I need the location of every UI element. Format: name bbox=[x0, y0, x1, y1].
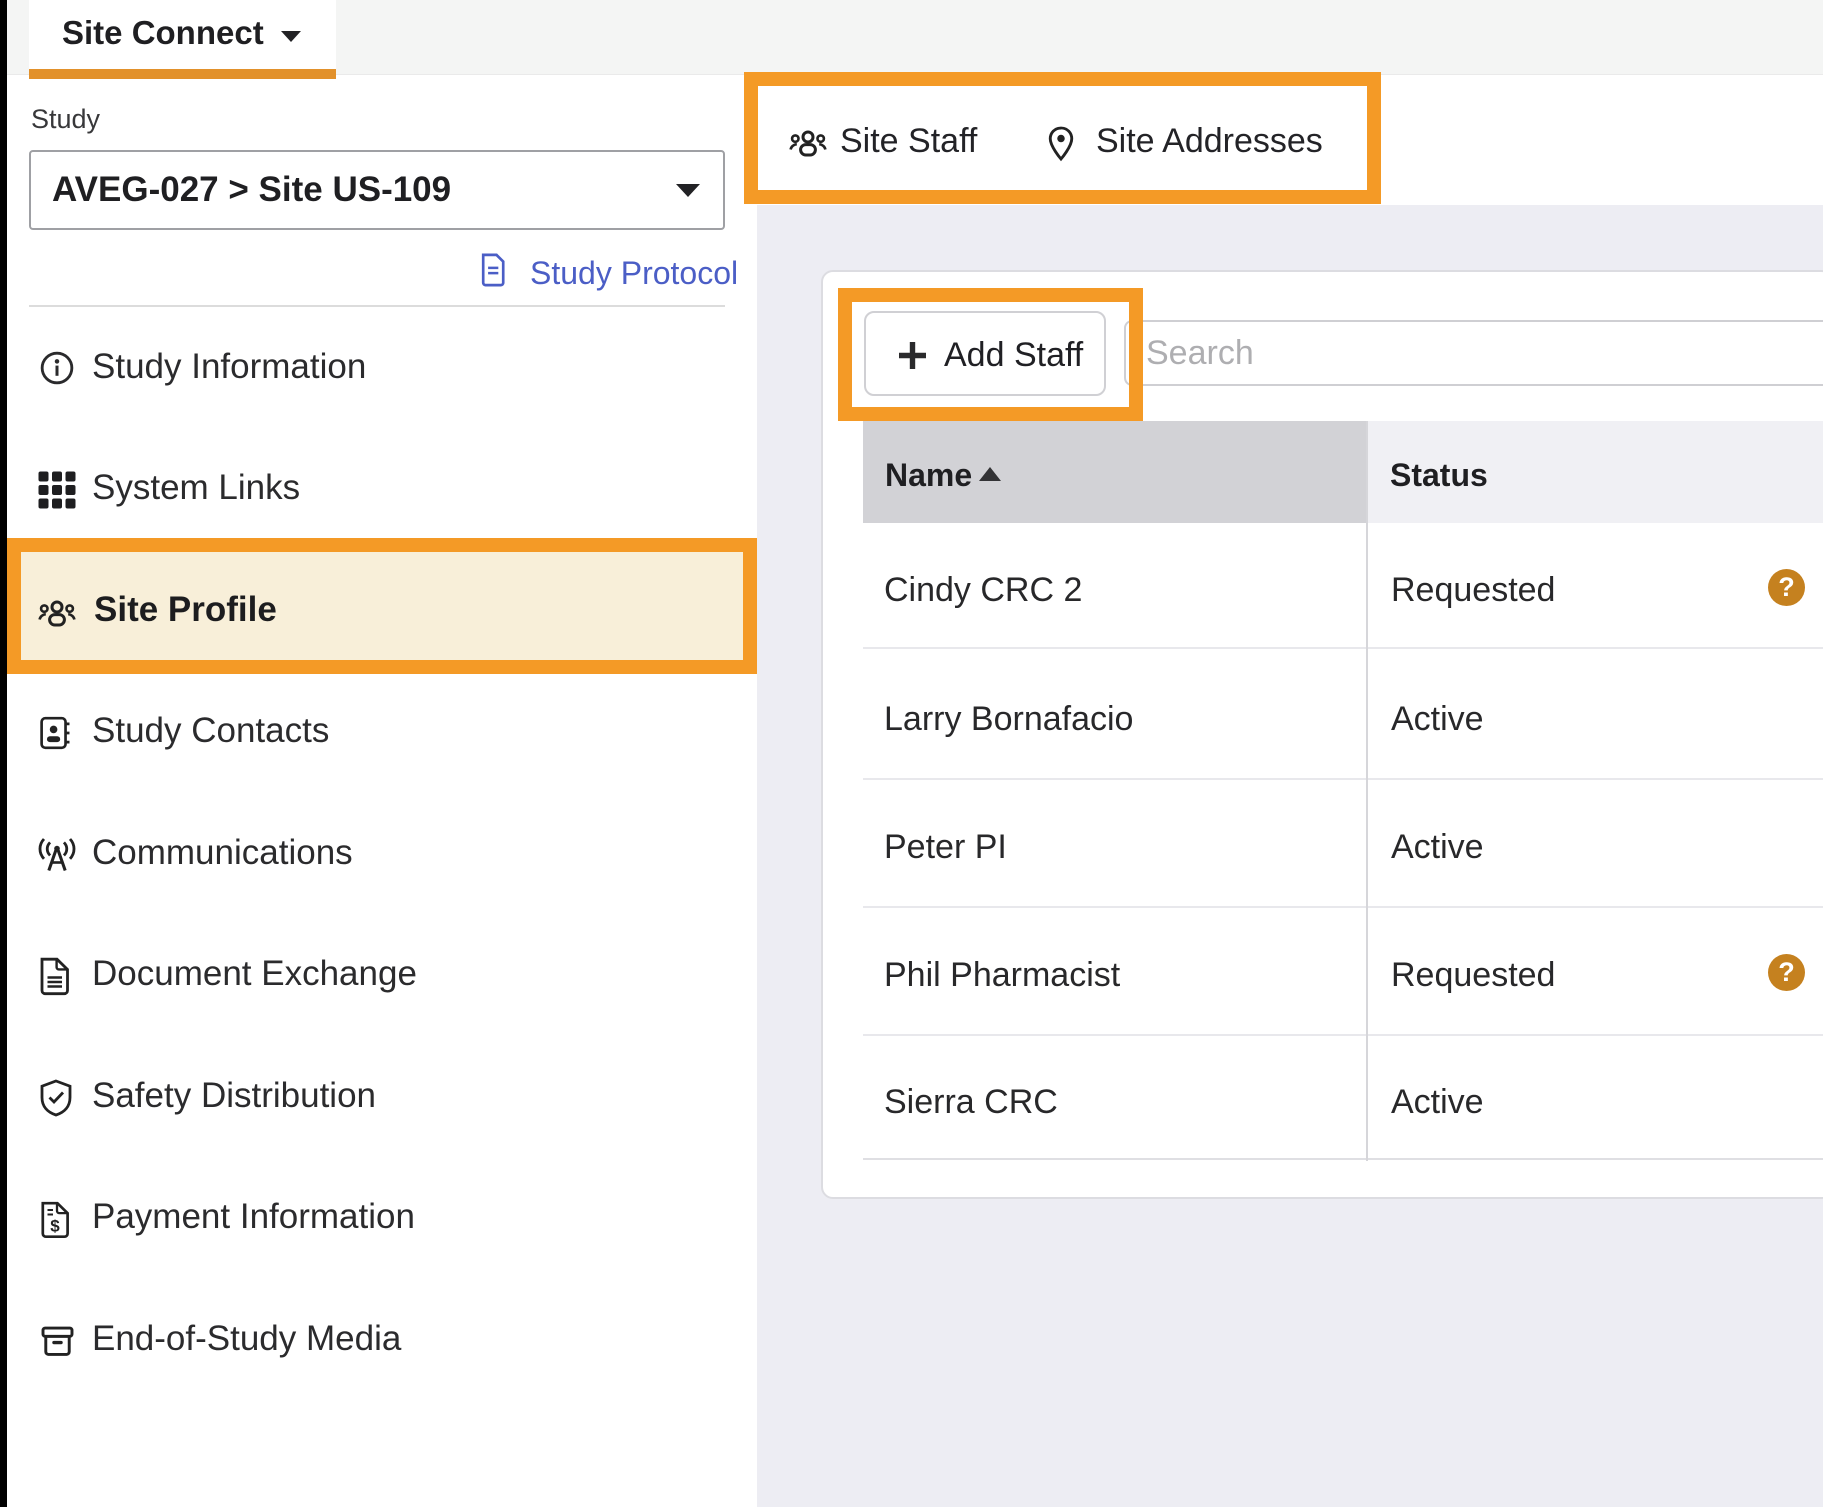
svg-text:$: $ bbox=[50, 1217, 60, 1236]
